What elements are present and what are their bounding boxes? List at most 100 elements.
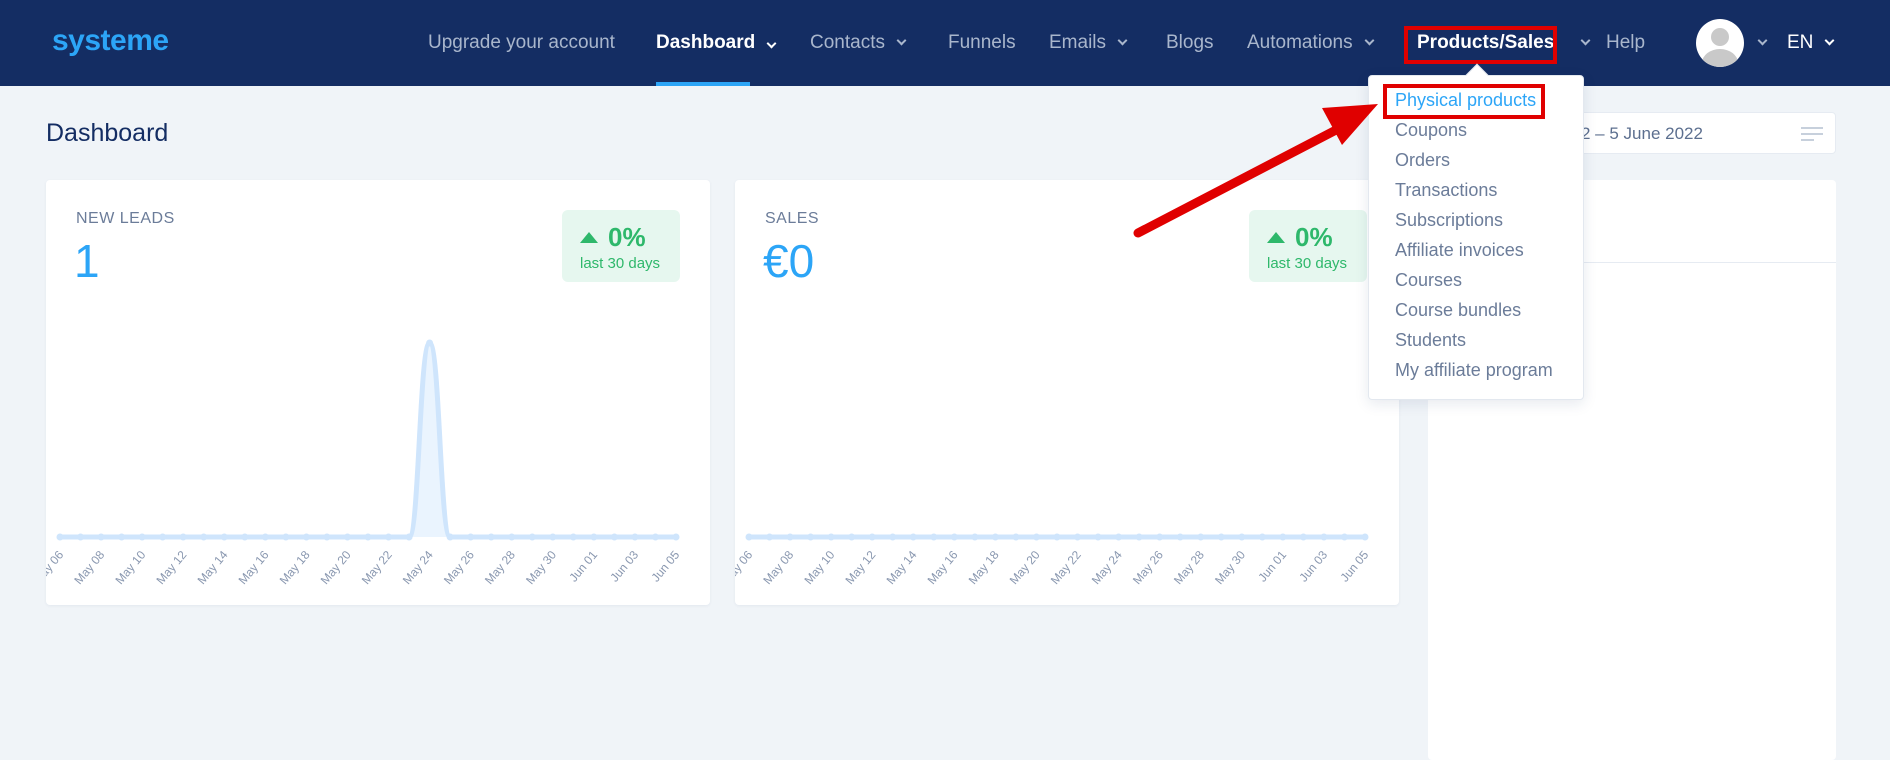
chart-point[interactable] [56, 533, 64, 541]
chart-point[interactable] [1156, 533, 1164, 541]
new-leads-card: NEW LEADS 1 0% last 30 days May 06 May 08… [46, 180, 710, 605]
chart-point[interactable] [766, 533, 774, 541]
systeme-logo[interactable]: systeme [52, 24, 169, 58]
chart-point[interactable] [610, 533, 618, 541]
nav-help[interactable]: Help [1606, 0, 1645, 86]
filter-icon[interactable] [1801, 127, 1823, 145]
user-avatar[interactable] [1696, 19, 1744, 67]
language-selector[interactable]: EN [1787, 0, 1835, 86]
chart-point[interactable] [118, 533, 126, 541]
chart-point[interactable] [323, 533, 331, 541]
chart-point[interactable] [97, 533, 105, 541]
chart-point[interactable] [1279, 533, 1287, 541]
x-tick-label: May 06 [46, 548, 67, 587]
nav-upgrade-account[interactable]: Upgrade your account [428, 0, 615, 86]
dropdown-item-my-affiliate-program[interactable]: My affiliate program [1395, 360, 1553, 381]
chart-point[interactable] [426, 339, 434, 347]
chart-area [60, 343, 676, 537]
nav-blogs[interactable]: Blogs [1166, 0, 1214, 86]
chart-point[interactable] [200, 533, 208, 541]
chart-point[interactable] [1197, 533, 1205, 541]
chart-point[interactable] [930, 533, 938, 541]
chart-point[interactable] [1299, 533, 1307, 541]
chart-point[interactable] [446, 533, 454, 541]
chart-point[interactable] [405, 533, 413, 541]
nav-automations[interactable]: Automations [1247, 0, 1375, 86]
x-tick-label: May 22 [359, 548, 395, 587]
avatar-body [1702, 49, 1738, 67]
chart-point[interactable] [1012, 533, 1020, 541]
chart-point[interactable] [159, 533, 167, 541]
dropdown-item-students[interactable]: Students [1395, 330, 1466, 351]
chart-point[interactable] [590, 533, 598, 541]
chart-point[interactable] [950, 533, 958, 541]
chart-point[interactable] [827, 533, 835, 541]
chart-point[interactable] [786, 533, 794, 541]
chart-point[interactable] [1258, 533, 1266, 541]
nav-emails[interactable]: Emails [1049, 0, 1128, 86]
chart-point[interactable] [528, 533, 536, 541]
chart-point[interactable] [889, 533, 897, 541]
x-tick-label: May 20 [318, 548, 354, 587]
chart-point[interactable] [868, 533, 876, 541]
dropdown-item-subscriptions[interactable]: Subscriptions [1395, 210, 1503, 231]
chart-point[interactable] [1340, 533, 1348, 541]
chart-point[interactable] [909, 533, 917, 541]
products-sales-dropdown: Physical products Coupons Orders Transactio… [1368, 63, 1584, 400]
chart-point[interactable] [77, 533, 85, 541]
chart-point[interactable] [1361, 533, 1369, 541]
nav-funnels[interactable]: Funnels [948, 0, 1016, 86]
chart-point[interactable] [1115, 533, 1123, 541]
chart-point[interactable] [549, 533, 557, 541]
x-tick-label: May 16 [236, 548, 272, 587]
chart-point[interactable] [848, 533, 856, 541]
chevron-down-icon[interactable] [1757, 35, 1768, 46]
chart-point[interactable] [467, 533, 475, 541]
x-tick-label: May 10 [112, 548, 148, 587]
chart-point[interactable] [261, 533, 269, 541]
chart-point[interactable] [631, 533, 639, 541]
chart-point[interactable] [1176, 533, 1184, 541]
chart-point[interactable] [302, 533, 310, 541]
chart-point[interactable] [343, 533, 351, 541]
chart-point[interactable] [745, 533, 753, 541]
dropdown-item-course-bundles[interactable]: Course bundles [1395, 300, 1521, 321]
x-tick-label: May 26 [1130, 548, 1166, 587]
chart-point[interactable] [651, 533, 659, 541]
chart-point[interactable] [1032, 533, 1040, 541]
dropdown-item-affiliate-invoices[interactable]: Affiliate invoices [1395, 240, 1524, 261]
x-tick-label: May 18 [966, 548, 1002, 587]
x-tick-label: Jun 05 [648, 548, 682, 585]
nav-dashboard[interactable]: Dashboard [656, 0, 777, 86]
chart-point[interactable] [282, 533, 290, 541]
chart-point[interactable] [1135, 533, 1143, 541]
dropdown-item-coupons[interactable]: Coupons [1395, 120, 1467, 141]
chart-point[interactable] [971, 533, 979, 541]
chart-point[interactable] [672, 533, 680, 541]
chart-point[interactable] [179, 533, 187, 541]
chart-point[interactable] [220, 533, 228, 541]
nav-contacts[interactable]: Contacts [810, 0, 907, 86]
chart-point[interactable] [569, 533, 577, 541]
x-tick-label: May 28 [1171, 548, 1207, 587]
dropdown-item-courses[interactable]: Courses [1395, 270, 1462, 291]
nav-upgrade-label: Upgrade your account [428, 32, 615, 53]
chart-point[interactable] [487, 533, 495, 541]
chart-point[interactable] [1320, 533, 1328, 541]
chart-point[interactable] [1238, 533, 1246, 541]
dropdown-item-transactions[interactable]: Transactions [1395, 180, 1497, 201]
chart-point[interactable] [1053, 533, 1061, 541]
chart-point[interactable] [241, 533, 249, 541]
chart-point[interactable] [1074, 533, 1082, 541]
chart-point[interactable] [1094, 533, 1102, 541]
x-tick-label: May 20 [1007, 548, 1043, 587]
chart-point[interactable] [364, 533, 372, 541]
x-tick-label: May 14 [195, 548, 231, 587]
chart-point[interactable] [508, 533, 516, 541]
chart-point[interactable] [991, 533, 999, 541]
chart-point[interactable] [1217, 533, 1225, 541]
chart-point[interactable] [807, 533, 815, 541]
chart-point[interactable] [138, 533, 146, 541]
dropdown-item-orders[interactable]: Orders [1395, 150, 1450, 171]
chart-point[interactable] [385, 533, 393, 541]
